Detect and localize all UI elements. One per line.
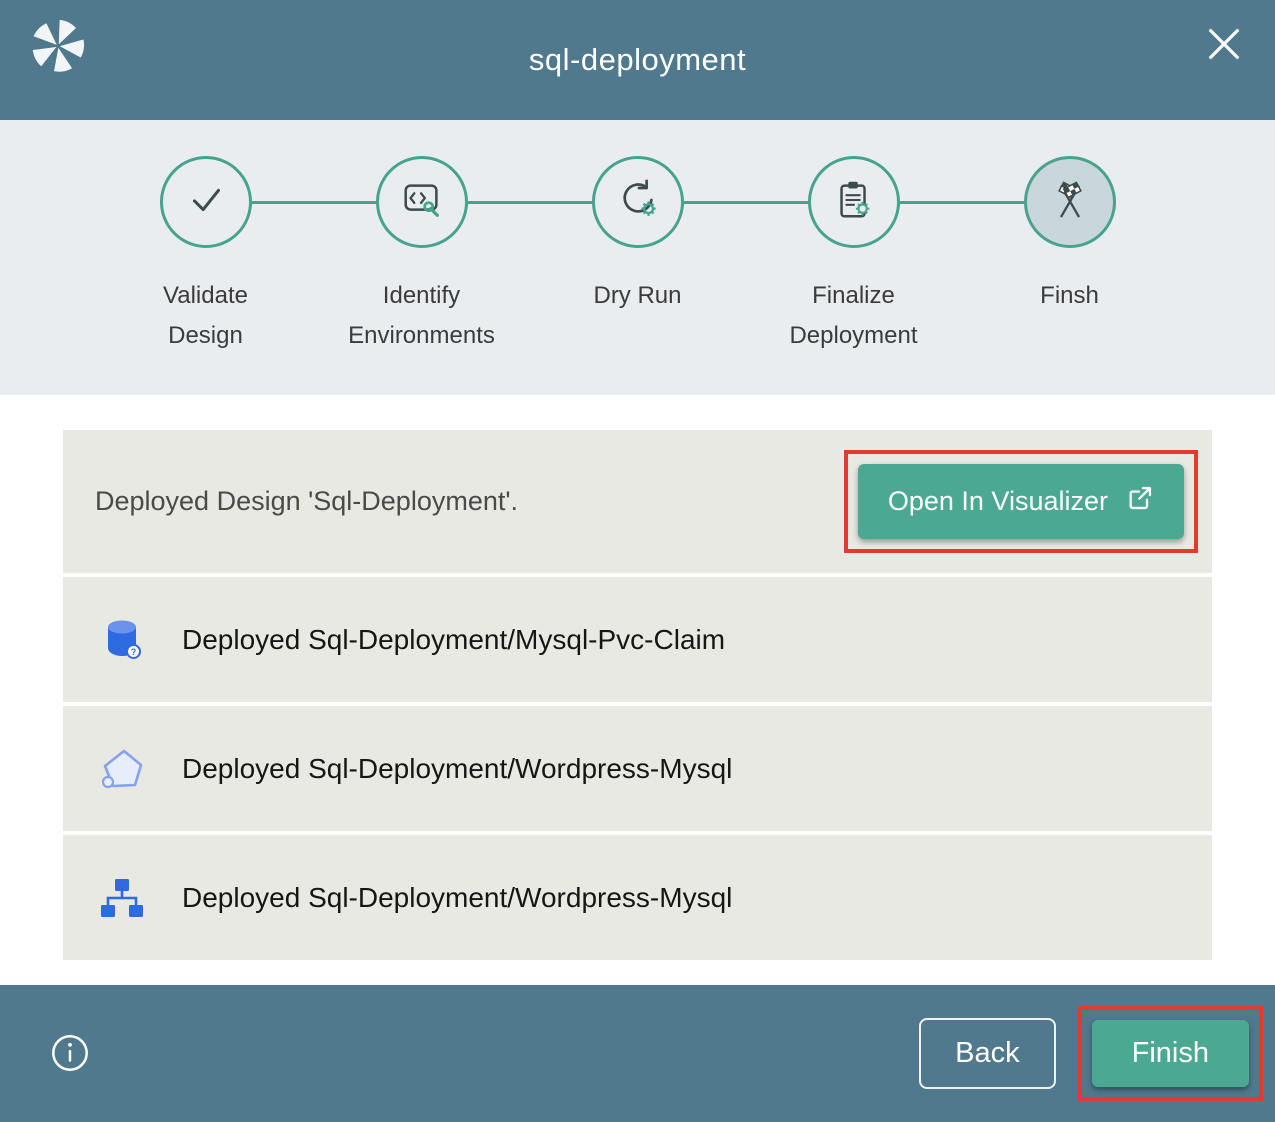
info-icon bbox=[49, 1062, 91, 1077]
step-circle-dry-run bbox=[592, 156, 684, 248]
step-circle-identify-environments bbox=[376, 156, 468, 248]
close-button[interactable] bbox=[1201, 22, 1247, 68]
deployed-resource-text: Deployed Sql-Deployment/Wordpress-Mysql bbox=[182, 882, 732, 914]
checkered-flags-icon bbox=[1047, 177, 1093, 228]
deployed-resource-row: Deployed Sql-Deployment/Wordpress-Mysql bbox=[63, 706, 1212, 831]
back-button[interactable]: Back bbox=[919, 1018, 1055, 1089]
step-circle-validate-design bbox=[160, 156, 252, 248]
svg-text:?: ? bbox=[131, 647, 137, 657]
check-icon bbox=[183, 177, 229, 228]
deployed-resource-row: Deployed Sql-Deployment/Wordpress-Mysql bbox=[63, 835, 1212, 960]
deployment-wizard-modal: sql-deployment bbox=[0, 0, 1275, 1122]
open-in-visualizer-label: Open In Visualizer bbox=[888, 486, 1108, 517]
step-finalize-deployment: Finalize Deployment bbox=[746, 156, 962, 356]
step-circle-finalize-deployment bbox=[808, 156, 900, 248]
step-validate-design: Validate Design bbox=[98, 156, 314, 356]
step-finish: Finsh bbox=[962, 156, 1178, 356]
deployed-design-summary-row: Deployed Design 'Sql-Deployment'. Open I… bbox=[63, 430, 1212, 573]
results-panel: Deployed Design 'Sql-Deployment'. Open I… bbox=[0, 395, 1275, 985]
pentagon-icon bbox=[98, 745, 146, 793]
step-identify-environments: Identify Environments bbox=[314, 156, 530, 356]
deployed-resource-row: ? Deployed Sql-Deployment/Mysql-Pvc-Clai… bbox=[63, 577, 1212, 702]
step-label-validate-design: Validate Design bbox=[163, 276, 248, 356]
external-link-icon bbox=[1126, 484, 1154, 519]
modal-header: sql-deployment bbox=[0, 0, 1275, 120]
deployed-resource-text: Deployed Sql-Deployment/Wordpress-Mysql bbox=[182, 753, 732, 785]
deployed-design-text: Deployed Design 'Sql-Deployment'. bbox=[95, 486, 844, 517]
clipboard-settings-icon bbox=[831, 177, 877, 228]
code-environment-icon bbox=[399, 177, 445, 228]
deployed-resource-text: Deployed Sql-Deployment/Mysql-Pvc-Claim bbox=[182, 624, 725, 656]
annotation-highlight-finish: Finish bbox=[1078, 1006, 1263, 1101]
step-label-identify-environments: Identify Environments bbox=[348, 276, 495, 356]
database-icon: ? bbox=[98, 616, 146, 664]
open-in-visualizer-button[interactable]: Open In Visualizer bbox=[858, 464, 1184, 539]
dry-run-icon bbox=[615, 177, 661, 228]
step-label-finalize-deployment: Finalize Deployment bbox=[789, 276, 917, 356]
hierarchy-icon bbox=[98, 874, 146, 922]
modal-title: sql-deployment bbox=[0, 42, 1275, 78]
annotation-highlight-visualizer: Open In Visualizer bbox=[844, 450, 1198, 553]
step-dry-run: Dry Run bbox=[530, 156, 746, 356]
step-circle-finish bbox=[1024, 156, 1116, 248]
deployment-stepper: Validate Design Ident bbox=[0, 120, 1275, 395]
close-icon bbox=[1203, 53, 1245, 68]
stepper-steps: Validate Design Ident bbox=[98, 156, 1178, 356]
meshery-logo-icon bbox=[26, 14, 90, 78]
modal-footer: Back Finish bbox=[0, 985, 1275, 1122]
info-button[interactable] bbox=[48, 1032, 92, 1076]
step-label-finish: Finsh bbox=[1040, 276, 1099, 316]
finish-button[interactable]: Finish bbox=[1092, 1020, 1249, 1087]
step-label-dry-run: Dry Run bbox=[593, 276, 681, 316]
